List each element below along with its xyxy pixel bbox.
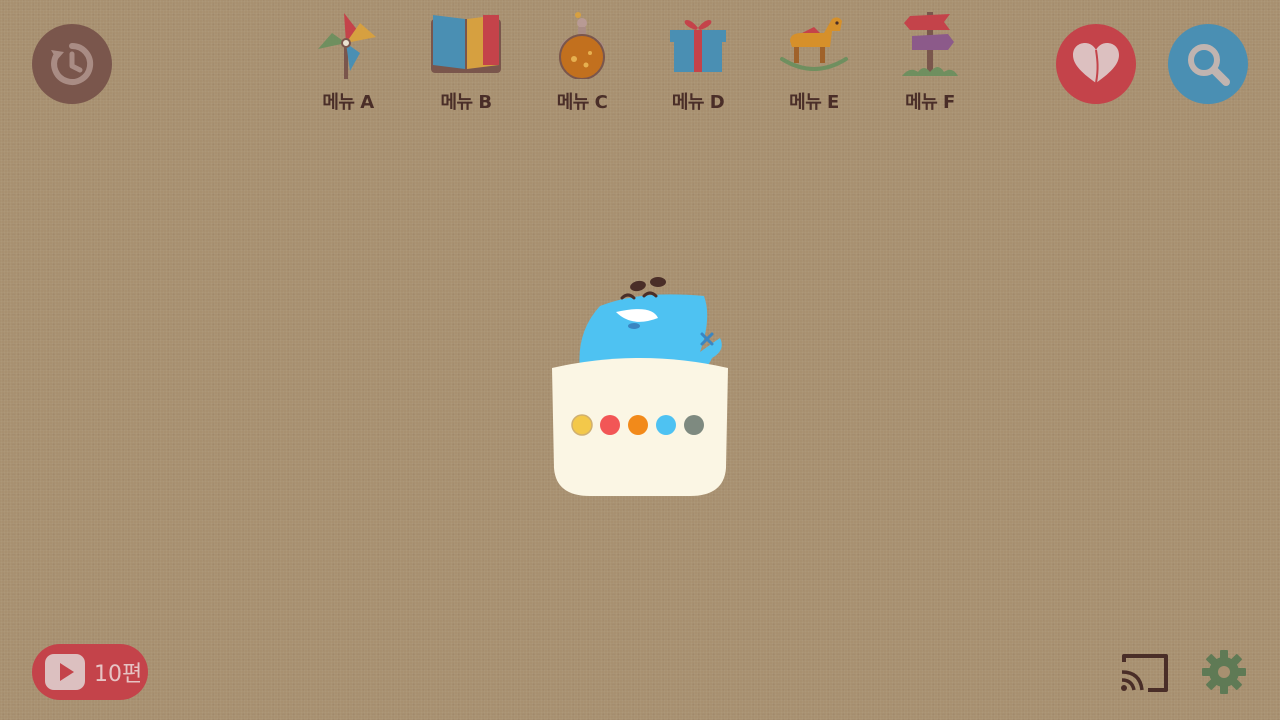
color-dot xyxy=(628,415,648,435)
gear-icon[interactable] xyxy=(1200,648,1248,696)
favorites-button[interactable] xyxy=(1056,24,1136,104)
menu-item-label: 메뉴 A xyxy=(322,92,374,113)
menu-item-label: 메뉴 E xyxy=(789,92,839,113)
color-dot xyxy=(600,415,620,435)
menu-item-e[interactable]: 메뉴 E xyxy=(764,8,864,116)
menu-item-label: 메뉴 C xyxy=(556,92,608,113)
menu-item-d[interactable]: 메뉴 D xyxy=(648,8,748,116)
pinwheel-icon xyxy=(318,13,376,79)
signpost-icon xyxy=(902,12,958,76)
menu-item-b[interactable]: 메뉴 B xyxy=(416,8,516,116)
menu-item-label: 메뉴 B xyxy=(440,92,492,113)
video-count-label: 10편 xyxy=(94,662,143,687)
mascot-illustration xyxy=(552,277,728,496)
color-dot xyxy=(656,415,676,435)
gift-icon xyxy=(670,20,726,72)
search-icon xyxy=(1188,44,1230,86)
cast-icon[interactable] xyxy=(1118,650,1170,694)
color-dot xyxy=(684,415,704,435)
color-dot xyxy=(571,414,593,436)
potion-icon xyxy=(559,12,605,79)
menu-item-label: 메뉴 F xyxy=(905,92,955,113)
play-icon xyxy=(45,654,85,690)
search-button[interactable] xyxy=(1168,24,1248,104)
rocking-horse-icon xyxy=(780,17,848,71)
menu-item-c[interactable]: 메뉴 C xyxy=(532,8,632,116)
heart-icon xyxy=(1073,43,1119,84)
book-icon xyxy=(431,15,501,73)
menu-item-f[interactable]: 메뉴 F xyxy=(880,8,980,116)
video-count-button[interactable]: 10편 xyxy=(32,644,148,700)
menu-item-a[interactable]: 메뉴 A xyxy=(298,8,398,116)
menu-item-label: 메뉴 D xyxy=(671,92,725,113)
